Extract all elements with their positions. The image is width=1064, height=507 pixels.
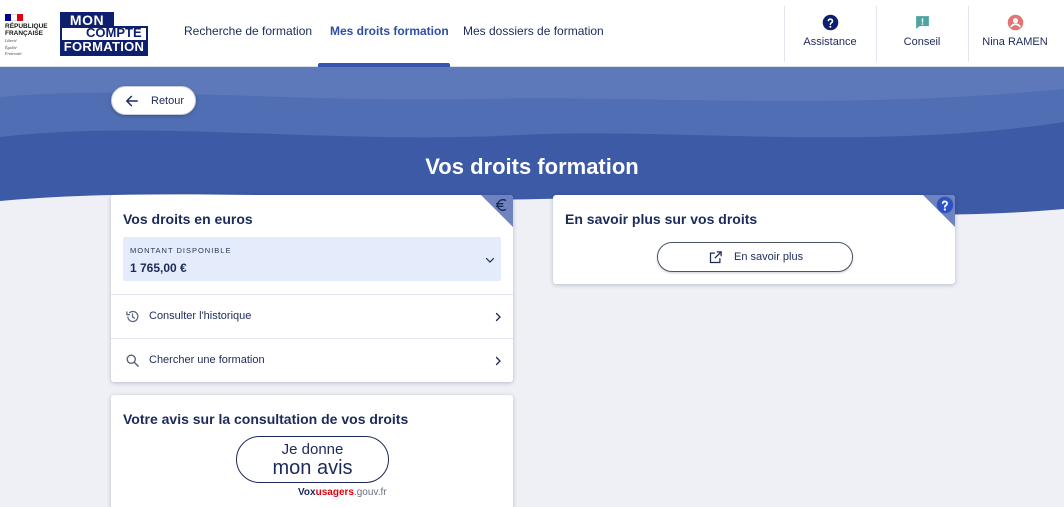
republique-line2: FRANÇAISE (5, 30, 43, 37)
feedback-button-line1: Je donne (281, 441, 344, 458)
assistance-label: Assistance (803, 36, 857, 48)
header-divider (784, 6, 785, 62)
feedback-card: Votre avis sur la consultation de vos dr… (111, 395, 513, 507)
vox-part3: .gouv.fr (353, 487, 387, 498)
motto-fraternite: Fraternité (5, 51, 22, 56)
feedback-card-title: Votre avis sur la consultation de vos dr… (123, 411, 409, 427)
republique-line1: RÉPUBLIQUE (5, 23, 48, 30)
search-training-row[interactable]: Chercher une formation (111, 338, 513, 382)
vox-part2: usagers (315, 487, 354, 498)
conseil-label: Conseil (903, 36, 941, 48)
voxusagers-logo[interactable]: Voxusagers.gouv.fr (298, 487, 387, 498)
logo-line3: FORMATION (62, 39, 146, 54)
feedback-button-line2: mon avis (272, 457, 353, 479)
amount-value: 1 765,00 € (130, 261, 187, 275)
search-training-label: Chercher une formation (149, 354, 265, 366)
chevron-right-icon (495, 356, 501, 366)
nav-mes-dossiers-formation[interactable]: Mes dossiers de formation (463, 24, 604, 38)
mon-compte-formation-logo[interactable]: MON COMPTE FORMATION (60, 12, 148, 56)
info-card: En savoir plus sur vos droits En savoir … (553, 195, 955, 284)
euro-icon (496, 198, 507, 212)
chevron-down-icon (485, 257, 495, 263)
motto-egalite: Égalité (5, 44, 17, 50)
rights-card-title: Vos droits en euros (123, 211, 253, 227)
motto-liberte: Liberté (5, 38, 17, 43)
header-divider (876, 6, 877, 62)
chevron-right-icon (495, 312, 501, 322)
question-icon (936, 196, 954, 214)
user-account-button[interactable]: Nina RAMEN (976, 14, 1054, 54)
learn-more-label: En savoir plus (734, 251, 804, 263)
search-icon (126, 354, 139, 367)
logo-line2: COMPTE (86, 25, 142, 40)
arrow-left-icon (126, 95, 138, 107)
nav-recherche-formation[interactable]: Recherche de formation (184, 24, 312, 38)
amount-label: MONTANT DISPONIBLE (130, 246, 232, 255)
give-feedback-button[interactable]: Je donne mon avis (236, 436, 389, 483)
conseil-button[interactable]: Conseil (884, 14, 960, 54)
back-button-label: Retour (151, 95, 185, 107)
help-circle-icon (822, 14, 838, 31)
available-amount-select[interactable]: MONTANT DISPONIBLE 1 765,00 € (123, 237, 501, 281)
chat-icon (915, 16, 929, 29)
rights-card: Vos droits en euros MONTANT DISPONIBLE 1… (111, 195, 513, 382)
history-link-label: Consulter l'historique (149, 310, 252, 322)
user-icon (1007, 14, 1023, 31)
history-icon (126, 310, 139, 323)
header-divider (968, 6, 969, 62)
info-card-title: En savoir plus sur vos droits (565, 211, 758, 227)
assistance-button[interactable]: Assistance (792, 14, 868, 54)
back-button[interactable]: Retour (111, 86, 196, 115)
vox-part1: Vox (298, 487, 316, 498)
learn-more-button[interactable]: En savoir plus (657, 242, 853, 272)
top-header: RÉPUBLIQUE FRANÇAISE Liberté Égalité Fra… (0, 0, 1064, 67)
external-link-icon (709, 251, 722, 264)
french-flag-icon (5, 14, 23, 21)
republique-francaise-logo[interactable]: RÉPUBLIQUE FRANÇAISE Liberté Égalité Fra… (5, 14, 55, 57)
nav-mes-droits-formation[interactable]: Mes droits formation (330, 24, 449, 38)
history-link-row[interactable]: Consulter l'historique (111, 294, 513, 338)
user-name-label: Nina RAMEN (982, 36, 1048, 48)
page-title: Vos droits formation (425, 154, 639, 179)
